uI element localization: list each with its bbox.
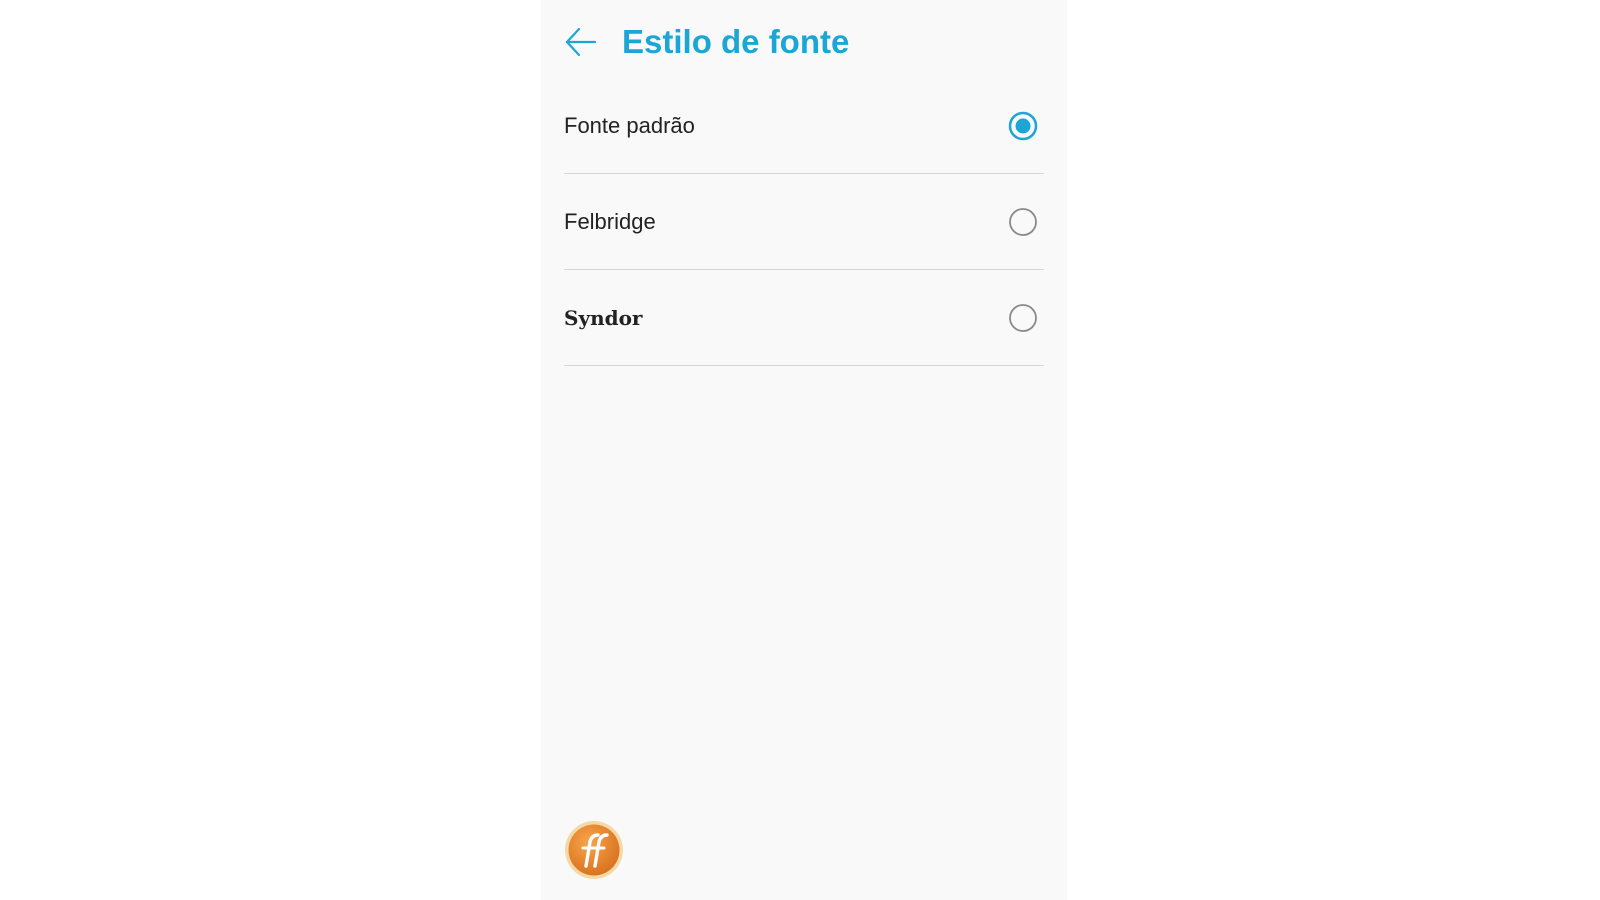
- font-style-list: Fonte padrão Felbridge Syndor: [564, 78, 1044, 366]
- font-option-label: Syndor: [564, 305, 643, 330]
- font-option-fonte-padrao[interactable]: Fonte padrão: [564, 78, 1044, 174]
- page-title: Estilo de fonte: [622, 23, 850, 60]
- ff-logo-watermark: [564, 820, 624, 880]
- font-option-syndor[interactable]: Syndor: [564, 270, 1044, 366]
- back-button[interactable]: [561, 22, 601, 62]
- phone-screen: Estilo de fonte Fonte padrão Felbridge S…: [541, 0, 1067, 900]
- radio-unselected[interactable]: [1008, 303, 1038, 333]
- radio-selected[interactable]: [1008, 111, 1038, 141]
- font-option-label: Fonte padrão: [564, 112, 695, 138]
- font-option-label: Felbridge: [564, 208, 656, 234]
- arrow-left-icon: [561, 22, 601, 62]
- font-option-felbridge[interactable]: Felbridge: [564, 174, 1044, 270]
- radio-unselected[interactable]: [1008, 207, 1038, 237]
- app-bar: Estilo de fonte: [541, 0, 1067, 84]
